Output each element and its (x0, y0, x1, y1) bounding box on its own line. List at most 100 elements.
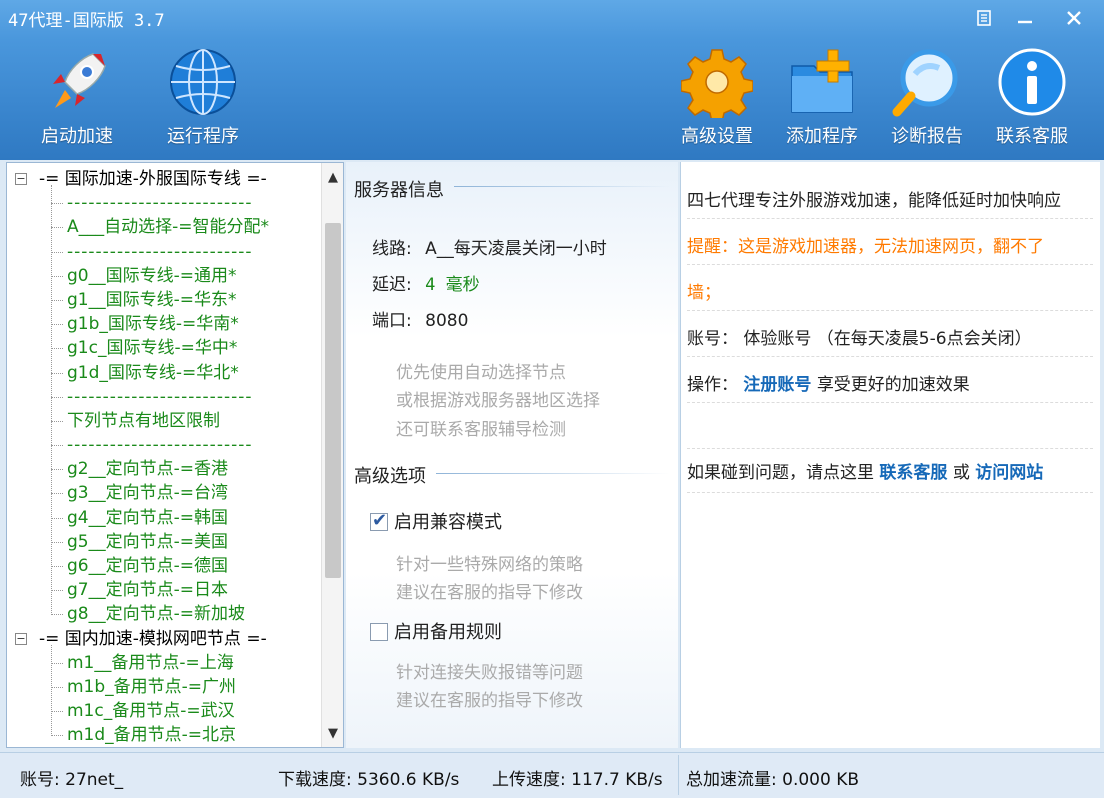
scroll-up-icon[interactable]: ▲ (322, 167, 343, 189)
help-text: 如果碰到问题，请点这里 (687, 463, 874, 483)
magnifier-icon (892, 49, 958, 117)
compat-hint-1: 针对一些特殊网络的策略 (396, 555, 583, 575)
minimize-icon[interactable] (1007, 4, 1043, 32)
compat-mode-label: 启用兼容模式 (394, 512, 502, 533)
status-account: 账号: 27net_ (20, 770, 124, 790)
tree-node[interactable]: m1b_备用节点-=广州 (7, 675, 323, 699)
diagnose-report-label: 诊断报告 (891, 126, 963, 147)
tree-group[interactable]: − -= 国际加速-外服国际专线 =- (7, 167, 323, 191)
close-icon[interactable] (1056, 4, 1092, 32)
advanced-settings-label: 高级设置 (681, 126, 753, 147)
tree-separator: -------------------------- (7, 433, 323, 457)
add-program-button[interactable]: 添加程序 (777, 46, 867, 150)
window-title: 47代理-国际版 3.7 (8, 11, 165, 31)
contact-support-label: 联系客服 (996, 126, 1068, 147)
scroll-down-icon[interactable]: ▼ (322, 723, 343, 745)
operation-label: 操作： (687, 375, 738, 395)
divider (687, 356, 1093, 357)
tree-connector (51, 645, 52, 736)
gear-icon (681, 49, 753, 118)
operation-text: 享受更好的加速效果 (816, 375, 970, 395)
help-row: 如果碰到问题，请点这里 联系客服 或 访问网站 (687, 458, 1043, 483)
collapse-icon[interactable]: − (15, 173, 27, 185)
port-label: 端口: (372, 311, 412, 331)
compat-hint-2: 建议在客服的指导下修改 (396, 583, 583, 603)
tree-group-label: -= 国内加速-模拟网吧节点 =- (39, 628, 267, 649)
tree-node[interactable]: g4__定向节点-=韩国 (7, 506, 323, 530)
warning-line-2: 墙； (687, 283, 721, 303)
globe-icon (170, 49, 236, 115)
line-row: 线路: A__每天凌晨关闭一小时 (372, 234, 607, 259)
status-separator (678, 755, 679, 795)
contact-support-link[interactable]: 联系客服 (879, 463, 947, 483)
tree-separator: -------------------------- (7, 240, 323, 264)
line-label: 线路: (372, 239, 412, 259)
backup-checkbox-box[interactable] (370, 623, 388, 641)
divider (687, 264, 1093, 265)
run-program-button[interactable]: 运行程序 (158, 46, 248, 150)
tree-node[interactable]: g2__定向节点-=香港 (7, 457, 323, 481)
advanced-options-title: 高级选项 (354, 466, 426, 487)
tree-node[interactable]: g1b_国际专线-=华南* (7, 312, 323, 336)
tree-node[interactable]: m1c_备用节点-=武汉 (7, 699, 323, 723)
tree-node[interactable]: g8__定向节点-=新加坡 (7, 602, 323, 626)
account-row: 账号： 体验账号 （在每天凌晨5-6点会关闭） (687, 324, 1032, 349)
compat-checkbox-box[interactable] (370, 510, 388, 531)
backup-rule-checkbox[interactable]: 启用备用规则 (370, 618, 502, 644)
or-text: 或 (952, 463, 970, 483)
node-tree[interactable]: − -= 国际加速-外服国际专线 =- ----------------------… (6, 162, 344, 748)
latency-label: 延迟: (372, 275, 412, 295)
tree-node[interactable]: g6__定向节点-=德国 (7, 554, 323, 578)
tree-node[interactable]: g7__定向节点-=日本 (7, 578, 323, 602)
backup-hint-1: 针对连接失败报错等问题 (396, 663, 583, 683)
visit-website-link[interactable]: 访问网站 (975, 463, 1043, 483)
line-value: A__每天凌晨关闭一小时 (425, 239, 607, 259)
backup-hint-2: 建议在客服的指导下修改 (396, 691, 583, 711)
info-icon (998, 48, 1066, 116)
tree-node[interactable]: g1d_国际专线-=华北* (7, 361, 323, 385)
tree-node[interactable]: m1__备用节点-=上海 (7, 651, 323, 675)
contact-support-button[interactable]: 联系客服 (987, 46, 1077, 150)
divider (687, 448, 1093, 449)
tree-node[interactable]: 下列节点有地区限制 (7, 409, 323, 433)
tree-separator: -------------------------- (7, 191, 323, 215)
status-bar: 账号: 27net_ 下载速度: 5360.6 KB/s 上传速度: 117.7… (0, 752, 1104, 798)
divider (687, 492, 1093, 493)
intro-text: 四七代理专注外服游戏加速，能降低延时加快响应 (687, 191, 1061, 211)
backup-rule-label: 启用备用规则 (394, 622, 502, 643)
advanced-settings-button[interactable]: 高级设置 (672, 46, 762, 150)
status-upload-speed: 上传速度: 117.7 KB/s (492, 770, 663, 790)
latency-row: 延迟: 4 毫秒 (372, 270, 480, 295)
tree-node[interactable]: g1__国际专线-=华东* (7, 288, 323, 312)
port-row: 端口: 8080 (372, 306, 468, 331)
operation-row: 操作： 注册账号 享受更好的加速效果 (687, 370, 970, 395)
start-accelerate-button[interactable]: 启动加速 (32, 46, 122, 150)
diagnose-report-button[interactable]: 诊断报告 (882, 46, 972, 150)
server-hint-1: 优先使用自动选择节点 (396, 363, 566, 383)
folder-add-icon (791, 49, 853, 113)
tree-node[interactable]: g1c_国际专线-=华中* (7, 336, 323, 360)
collapse-icon[interactable]: − (15, 632, 27, 645)
server-hint-2: 或根据游戏服务器地区选择 (396, 391, 600, 411)
tree-group-label: -= 国际加速-外服国际专线 =- (39, 169, 267, 189)
start-accelerate-label: 启动加速 (41, 126, 113, 147)
tree-node[interactable]: g3__定向节点-=台湾 (7, 481, 323, 505)
menu-icon[interactable] (966, 4, 1002, 32)
tree-node[interactable]: g0__国际专线-=通用* (7, 264, 323, 288)
register-account-link[interactable]: 注册账号 (743, 375, 811, 395)
run-program-label: 运行程序 (167, 126, 239, 147)
tree-node[interactable]: m1d_备用节点-=北京 (7, 723, 323, 747)
compat-mode-checkbox[interactable]: 启用兼容模式 (370, 508, 502, 534)
rocket-icon (53, 53, 106, 108)
status-total-traffic: 总加速流量: 0.000 KB (686, 770, 860, 790)
tree-node[interactable]: A___自动选择-=智能分配* (7, 215, 323, 239)
tree-node[interactable]: g5__定向节点-=美国 (7, 530, 323, 554)
server-info-title: 服务器信息 (354, 180, 444, 201)
tree-group[interactable]: − -= 国内加速-模拟网吧节点 =- (7, 627, 323, 651)
scroll-thumb[interactable] (325, 223, 341, 578)
divider (687, 402, 1093, 403)
add-program-label: 添加程序 (786, 126, 858, 147)
tree-separator: -------------------------- (7, 385, 323, 409)
tree-scrollbar[interactable]: ▲ ▼ (321, 163, 343, 747)
account-value: 体验账号 （在每天凌晨5-6点会关闭） (743, 329, 1032, 349)
